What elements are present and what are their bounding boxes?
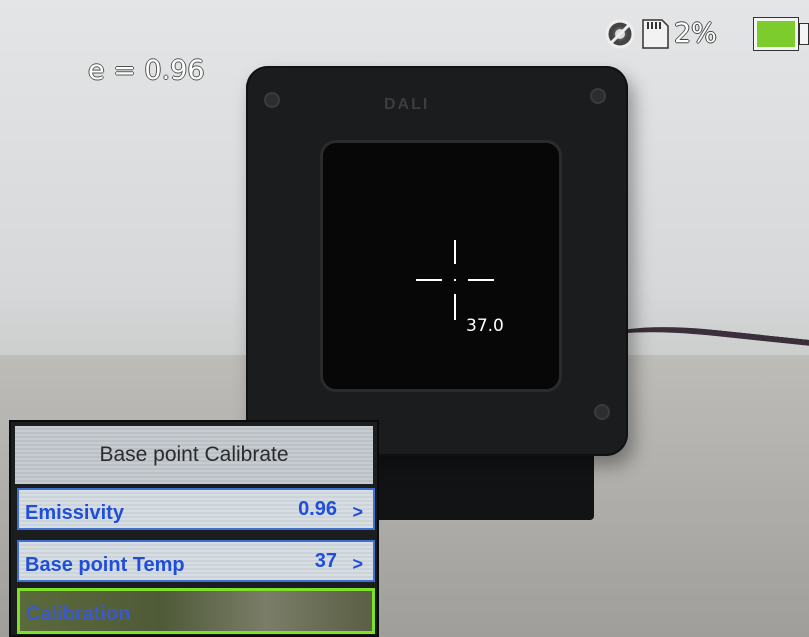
chevron-right-icon: > <box>352 502 363 522</box>
crosshair-top <box>454 240 456 264</box>
sd-card-icon <box>642 19 669 49</box>
menu-item-value: 37 <box>314 550 337 572</box>
crosshair-bottom <box>454 294 456 320</box>
menu-item-base-point-temp[interactable]: Base point Temp 37 > <box>17 540 375 582</box>
battery-tip <box>800 24 808 44</box>
menu-item-label: Calibration <box>26 603 131 625</box>
battery-icon <box>754 18 798 50</box>
crosshair-right <box>468 279 494 281</box>
emissivity-overlay: e = 0.96 <box>88 55 205 86</box>
screw <box>264 92 280 108</box>
gear-icon <box>605 19 635 49</box>
crosshair-left <box>416 279 442 281</box>
device-logo: DALI <box>384 96 430 113</box>
screw <box>590 88 606 104</box>
menu-item-emissivity[interactable]: Emissivity 0.96 > <box>17 488 375 530</box>
crosshair-center <box>454 279 456 281</box>
calibration-menu: Base point Calibrate Emissivity 0.96 > B… <box>9 420 379 637</box>
menu-item-label: Emissivity <box>25 502 124 524</box>
screw <box>594 404 610 420</box>
menu-item-label: Base point Temp <box>25 554 185 576</box>
menu-item-calibration[interactable]: Calibration <box>17 588 375 634</box>
chevron-right-icon: > <box>352 554 363 574</box>
menu-item-value: 0.96 <box>298 498 337 520</box>
blackbody-window <box>320 140 562 392</box>
blackbody-device: DALI <box>246 66 628 456</box>
status-bar: 2% <box>604 14 809 54</box>
storage-percent: 2% <box>674 18 717 49</box>
spot-temperature: 37.0 <box>466 316 504 336</box>
menu-title: Base point Calibrate <box>15 426 373 484</box>
